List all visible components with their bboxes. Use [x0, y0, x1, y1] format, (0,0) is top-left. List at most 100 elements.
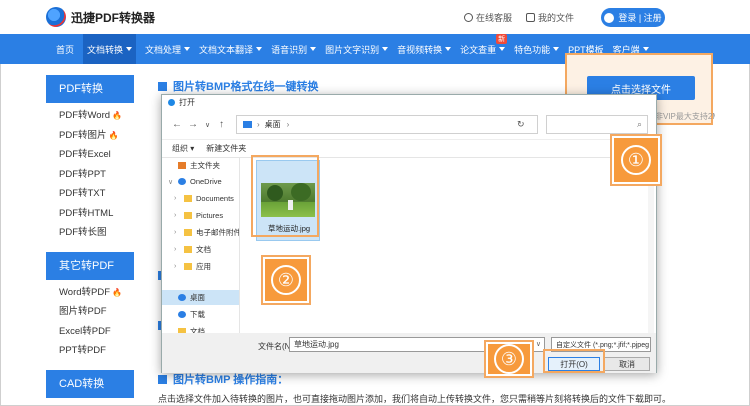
guide-text: 点击选择文件加入待转换的图片，也可直接拖动图片添加，我们将自动上传转换文件，您只…	[158, 394, 672, 404]
tree-item[interactable]: 主文件夹	[162, 158, 220, 173]
forward-icon[interactable]: →	[188, 119, 198, 130]
folder-blue-icon	[178, 294, 186, 301]
tree-item[interactable]: 桌面	[162, 290, 239, 305]
dialog-toolbar: ← → ∨ ↑ › 桌面 › ↻ ⌕	[162, 109, 656, 139]
caret-down-icon	[553, 47, 560, 51]
edge-icon	[168, 98, 175, 106]
dialog-body: 主文件夹 ∨ OneDrive › Documents › Pictures › 电子邮件附件 ›…	[162, 157, 656, 334]
logo-icon	[46, 7, 66, 27]
cancel-button[interactable]: 取消	[604, 357, 650, 371]
chevron-right-icon[interactable]: ›	[174, 246, 182, 253]
my-files-link[interactable]: 我的文件	[525, 11, 574, 24]
sidebar: PDF转换 PDF转Word 🔥 PDF转图片 🔥 PDF转Excel PDF转PPT PDF…	[46, 75, 134, 404]
fire-icon: 🔥	[108, 130, 119, 140]
nav-item[interactable]: 特色功能	[514, 43, 560, 56]
scrollbar[interactable]	[648, 158, 654, 334]
customer-service-link[interactable]: 在线客服	[463, 11, 512, 24]
login-button[interactable]: 登录 | 注册	[601, 8, 665, 27]
address-text: 桌面	[264, 120, 281, 129]
fire-icon: 🔥	[112, 111, 122, 120]
organize-button[interactable]: 组织 ▾	[172, 143, 194, 154]
step-3-marker: ③	[486, 342, 532, 376]
chevron-down-icon[interactable]: ∨	[536, 340, 541, 348]
sidebar-item[interactable]: PDF转HTML	[46, 204, 134, 224]
folder-icon	[184, 246, 192, 253]
file-icon	[525, 13, 535, 22]
guide-title: 图片转BMP 操作指南：	[158, 371, 288, 387]
sidebar-item[interactable]: 图片转PDF	[46, 302, 134, 322]
nav-item[interactable]: 语音识别	[271, 43, 317, 56]
open-file-dialog: 打开 ← → ∨ ↑ › 桌面 › ↻ ⌕ 组织 ▾ 新建文件夹 ▭ ▾ 主文件…	[161, 94, 657, 373]
logo[interactable]: 迅捷PDF转换器	[46, 7, 155, 27]
caret-down-icon	[382, 47, 389, 51]
chevron-right-icon[interactable]: ›	[174, 212, 182, 219]
sidebar-item[interactable]: Excel转PDF	[46, 322, 134, 342]
tree-item[interactable]: › 文档	[162, 242, 211, 257]
caret-down-icon	[256, 47, 263, 51]
tree-item[interactable]: › Documents	[162, 191, 234, 206]
user-icon	[604, 12, 615, 23]
tree-item[interactable]: 下载	[162, 307, 205, 322]
folder-icon	[184, 195, 192, 202]
folder-icon	[184, 263, 192, 270]
step-1-marker: ①	[612, 136, 660, 184]
chevron-right-icon[interactable]: ›	[174, 229, 182, 236]
dialog-titlebar: 打开	[162, 95, 656, 109]
chevron-right-icon[interactable]: ›	[174, 263, 182, 270]
chevron-down-icon[interactable]: ∨	[205, 121, 210, 129]
open-button-highlight	[543, 349, 605, 373]
sidebar-item[interactable]: PDF转Word 🔥	[46, 106, 134, 126]
sidebar-group-title: CAD转换	[46, 369, 134, 398]
logo-text: 迅捷PDF转换器	[71, 10, 156, 25]
top-header: 迅捷PDF转换器 在线客服 我的文件 登录 | 注册	[0, 0, 750, 34]
chevron-down-icon[interactable]: ∨	[168, 178, 176, 186]
cloud-icon	[178, 178, 186, 185]
tree-item[interactable]: ∨ OneDrive	[162, 174, 222, 189]
headset-icon	[463, 13, 473, 22]
home-icon	[178, 162, 186, 169]
caret-down-icon	[184, 47, 191, 51]
file-highlight	[251, 155, 319, 237]
tree-item[interactable]: › Pictures	[162, 208, 223, 223]
new-badge: 新	[496, 33, 508, 44]
search-input[interactable]: ⌕	[546, 115, 648, 134]
dialog-commandbar: 组织 ▾ 新建文件夹 ▭ ▾	[162, 139, 656, 157]
fire-icon: 🔥	[112, 287, 122, 297]
chevron-right-icon[interactable]: ›	[174, 195, 182, 202]
nav-item[interactable]: 首页	[56, 43, 74, 56]
download-icon	[178, 311, 186, 318]
sidebar-item[interactable]: Word转PDF 🔥	[46, 283, 134, 303]
sidebar-item[interactable]: PDF转长图	[46, 223, 134, 243]
sidebar-item[interactable]: PDF转图片 🔥	[46, 126, 134, 146]
caret-down-icon	[499, 47, 506, 51]
tree-item[interactable]: › 电子邮件附件	[162, 225, 239, 240]
tree-item[interactable]: › 应用	[162, 259, 211, 274]
dialog-title: 打开	[179, 97, 195, 107]
chevron-right-icon: ›	[286, 120, 290, 129]
nav-item[interactable]: 音视频转换	[397, 43, 452, 56]
address-bar[interactable]: › 桌面 ›	[236, 115, 538, 134]
nav-item[interactable]: 文档转换	[83, 34, 137, 64]
back-icon[interactable]: ←	[172, 119, 182, 130]
new-folder-button[interactable]: 新建文件夹	[206, 143, 246, 154]
nav-item[interactable]: 图片文字识别	[325, 43, 389, 56]
search-icon: ⌕	[636, 119, 642, 129]
caret-down-icon	[642, 47, 649, 51]
caret-down-icon	[445, 47, 452, 51]
page-title: 图片转BMP格式在线一键转换	[158, 78, 318, 94]
nav-item[interactable]: 文档处理	[145, 43, 191, 56]
sidebar-item[interactable]: PDF转TXT	[46, 184, 134, 204]
desktop-icon	[243, 121, 252, 128]
up-icon[interactable]: ↑	[219, 119, 224, 130]
nav-item[interactable]: 论文查重新	[460, 33, 508, 56]
folder-icon	[184, 229, 192, 236]
sidebar-item[interactable]: PDF转PPT	[46, 165, 134, 185]
sidebar-group-title: PDF转换	[46, 75, 134, 103]
nav-item[interactable]: 文档文本翻译	[199, 43, 263, 56]
sidebar-item[interactable]: PDF转Excel	[46, 145, 134, 165]
sidebar-group-title: 其它转PDF	[46, 251, 134, 280]
caret-down-icon	[126, 47, 133, 51]
sidebar-item[interactable]: PPT转PDF	[46, 341, 134, 361]
refresh-icon[interactable]: ↻	[517, 119, 525, 130]
folder-icon	[184, 212, 192, 219]
